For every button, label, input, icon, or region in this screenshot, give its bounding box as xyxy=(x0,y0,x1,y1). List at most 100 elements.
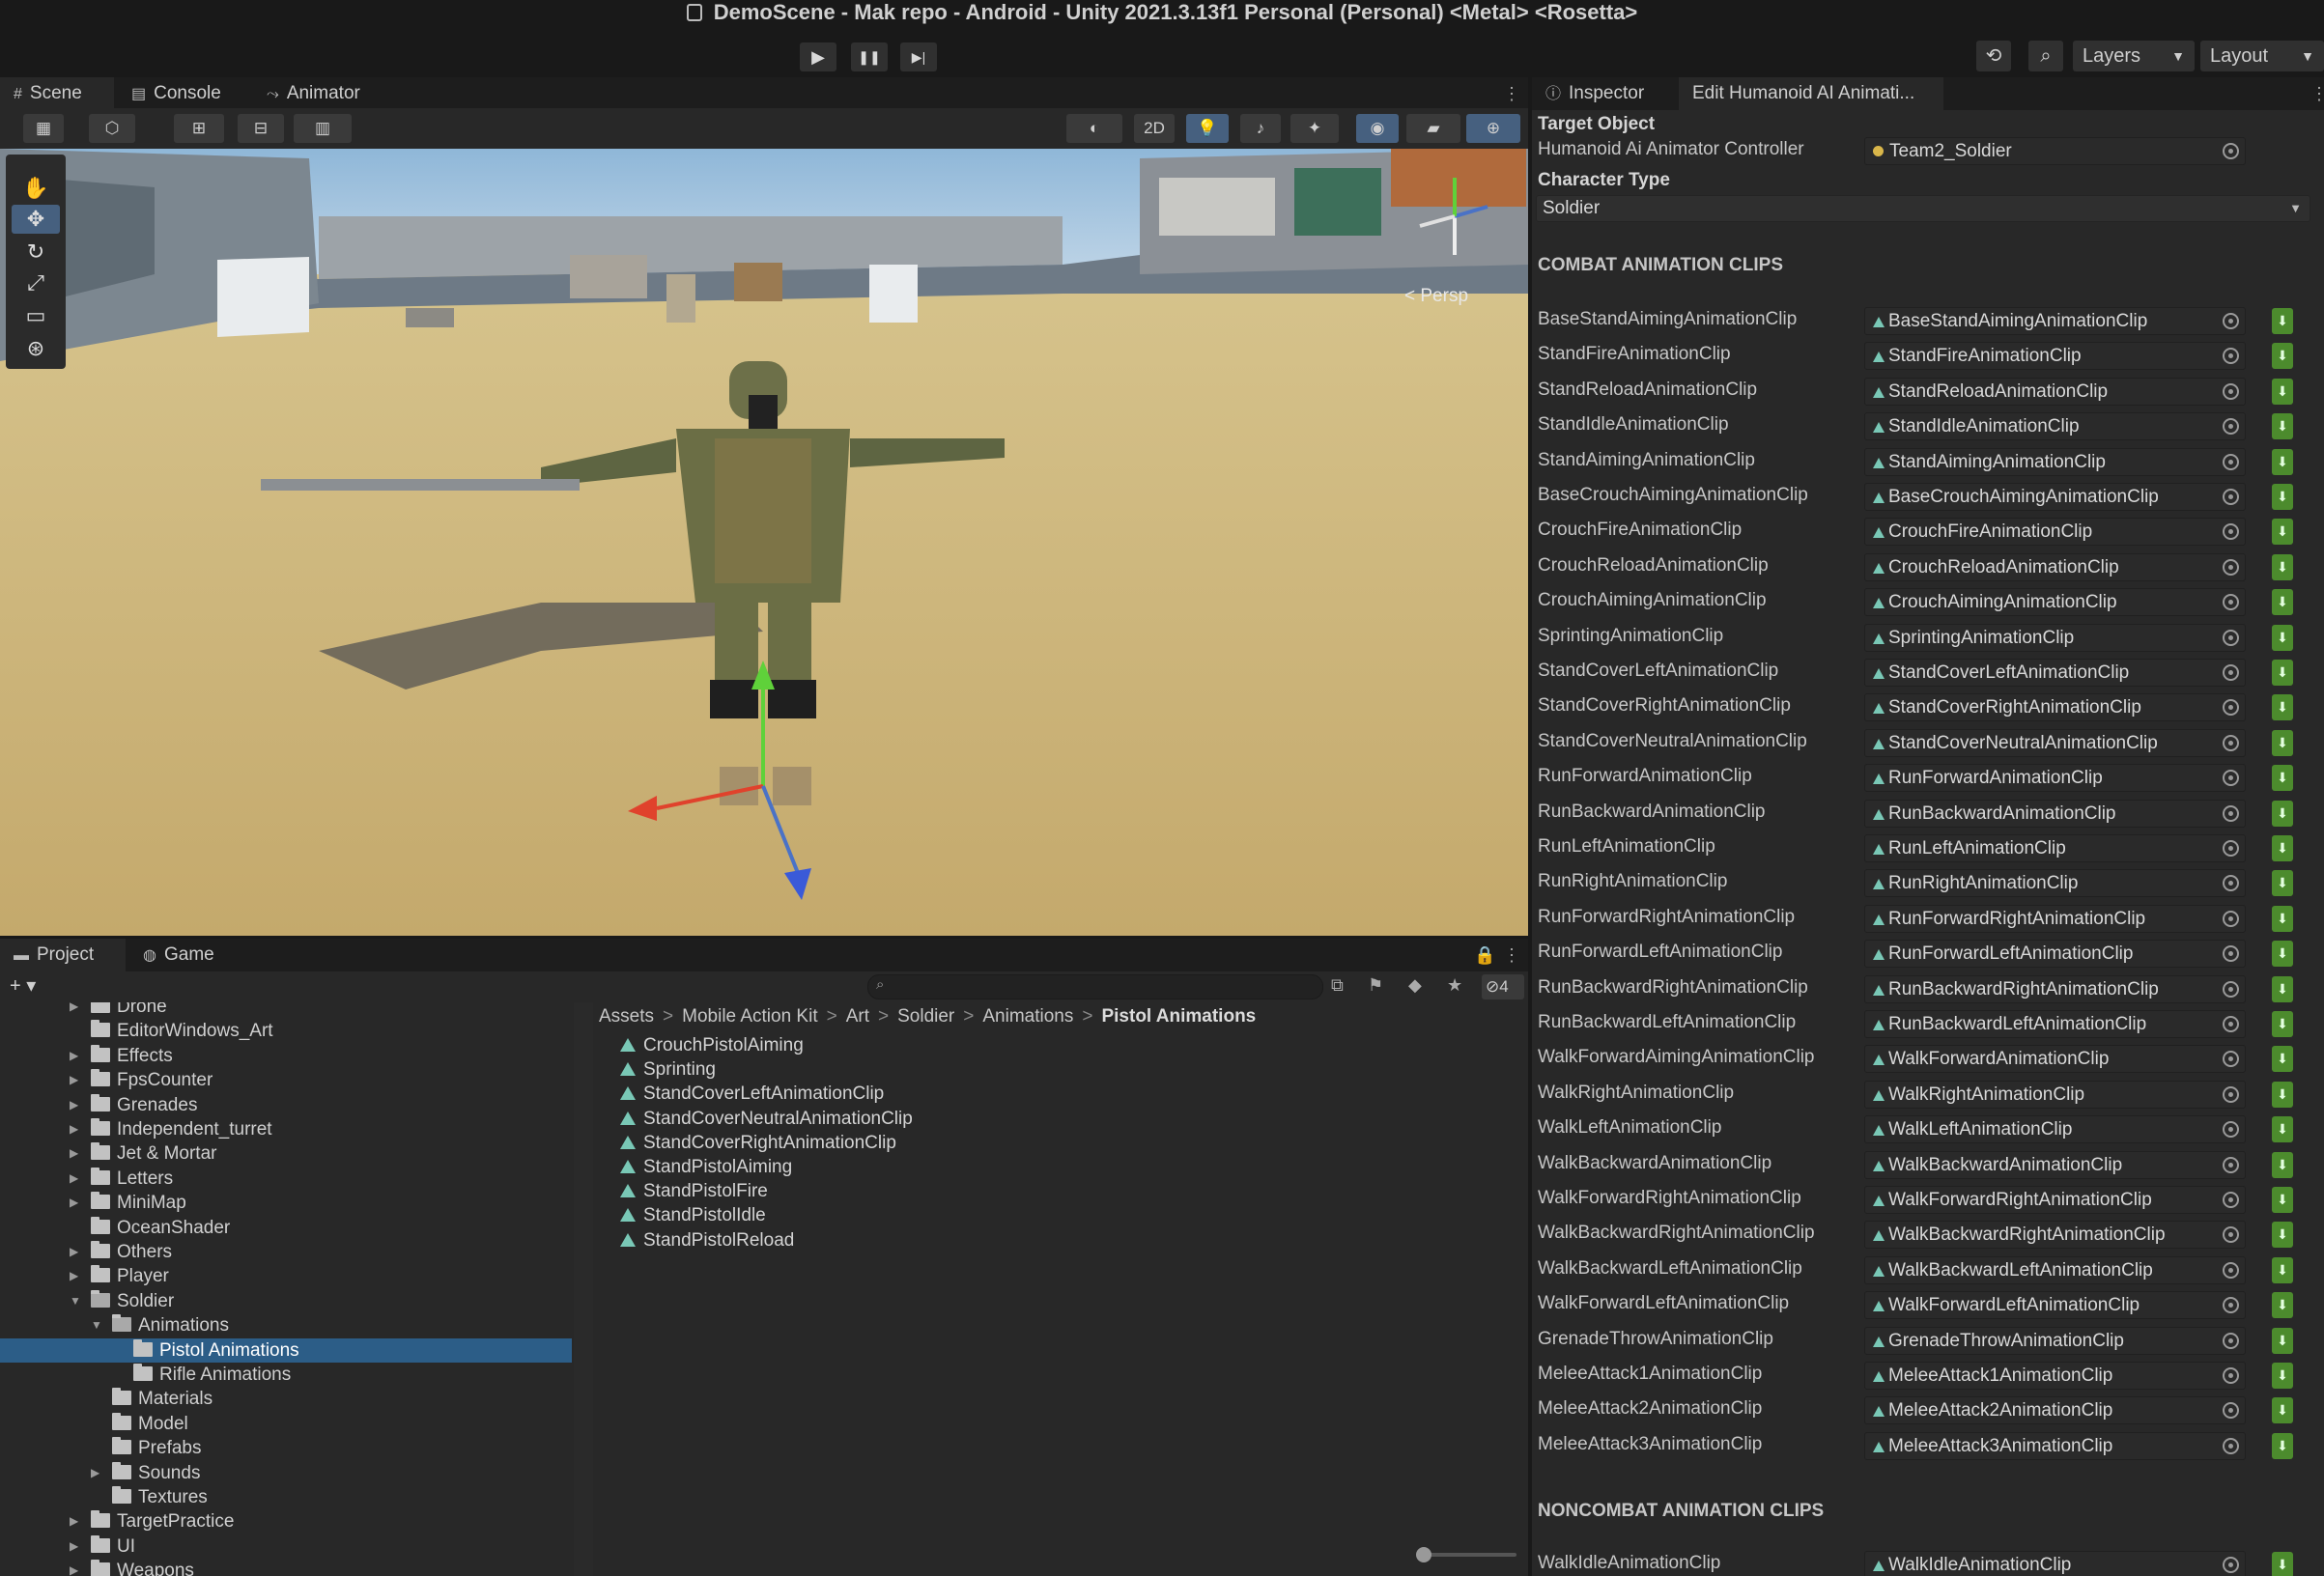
clip-field[interactable]: RunRightAnimationClip xyxy=(1864,869,2246,898)
clip-field[interactable]: WalkForwardRightAnimationClip xyxy=(1864,1186,2246,1214)
file-item[interactable]: StandPistolIdle xyxy=(620,1203,766,1227)
object-picker-icon[interactable] xyxy=(2223,840,2239,857)
object-picker-icon[interactable] xyxy=(2223,1367,2239,1384)
tree-item[interactable]: ▶ Drone xyxy=(0,1002,572,1019)
hidden-objects-icon[interactable]: ◉ xyxy=(1356,114,1399,143)
object-picker-icon[interactable] xyxy=(2223,734,2239,751)
object-picker-icon[interactable] xyxy=(2223,1192,2239,1208)
object-picker-icon[interactable] xyxy=(2223,418,2239,436)
tree-item[interactable]: ▶ Jet & Mortar xyxy=(0,1141,572,1166)
chevron-right-icon[interactable]: ▶ xyxy=(70,1240,78,1264)
chevron-right-icon[interactable]: ▶ xyxy=(91,1461,99,1485)
breadcrumb-item[interactable]: Animations xyxy=(982,1006,1073,1027)
persp-label[interactable]: < Persp xyxy=(1404,286,1468,307)
object-picker-icon[interactable] xyxy=(2223,804,2239,822)
download-icon[interactable]: ⬇ xyxy=(2272,624,2293,651)
search-by-label-icon[interactable]: ⚑ xyxy=(1368,975,1383,996)
clip-field[interactable]: CrouchAimingAnimationClip xyxy=(1864,588,2246,617)
clip-field[interactable]: WalkBackwardLeftAnimationClip xyxy=(1864,1255,2246,1284)
download-icon[interactable]: ⬇ xyxy=(2272,448,2293,475)
download-icon[interactable]: ⬇ xyxy=(2272,1151,2293,1178)
grid-visibility-icon[interactable]: ▥ xyxy=(294,114,352,143)
clip-field[interactable]: StandReloadAnimationClip xyxy=(1864,377,2246,406)
file-item[interactable]: StandPistolReload xyxy=(620,1228,794,1252)
lock-icon[interactable]: 🔒 xyxy=(1474,939,1495,971)
search-icon[interactable]: ⌕ xyxy=(2028,41,2063,71)
tab-edit-humanoid-ai[interactable]: Edit Humanoid AI Animati... xyxy=(1679,77,1943,110)
clip-field[interactable]: StandAimingAnimationClip xyxy=(1864,447,2246,476)
tab-inspector[interactable]: ⓘ Inspector xyxy=(1532,77,1675,110)
clip-field[interactable]: BaseCrouchAimingAnimationClip xyxy=(1864,483,2246,511)
chevron-down-icon[interactable]: ▼ xyxy=(91,1313,102,1337)
object-picker-icon[interactable] xyxy=(2223,348,2239,365)
object-picker-icon[interactable] xyxy=(2223,1156,2239,1173)
rotate-tool-icon[interactable]: ↻ xyxy=(12,238,60,267)
mode-2d-toggle[interactable]: 2D xyxy=(1134,114,1175,143)
object-picker-icon[interactable] xyxy=(2223,770,2239,787)
grid-snap-icon[interactable]: ⊞ xyxy=(174,114,224,143)
chevron-right-icon[interactable]: ▶ xyxy=(70,1167,78,1191)
tree-item[interactable]: OceanShader xyxy=(0,1216,572,1240)
tree-item[interactable]: ▼ Animations xyxy=(0,1313,572,1337)
download-icon[interactable]: ⬇ xyxy=(2272,1187,2293,1213)
file-item[interactable]: StandCoverNeutralAnimationClip xyxy=(620,1107,913,1131)
object-picker-icon[interactable] xyxy=(2223,1085,2239,1103)
tree-item[interactable]: ▶ TargetPractice xyxy=(0,1509,572,1534)
tree-item[interactable]: ▶ Others xyxy=(0,1240,572,1264)
object-picker-icon[interactable] xyxy=(2223,1297,2239,1314)
layout-dropdown[interactable]: Layout ▼ xyxy=(2200,41,2324,71)
chevron-right-icon[interactable]: ▶ xyxy=(70,1509,78,1534)
chevron-right-icon[interactable]: ▶ xyxy=(70,1044,78,1068)
tree-item[interactable]: ▶ Sounds xyxy=(0,1461,572,1485)
breadcrumb-item[interactable]: Art xyxy=(846,1006,869,1027)
object-picker-icon[interactable] xyxy=(2223,313,2239,329)
hidden-packages-toggle[interactable]: ⊘4 xyxy=(1482,974,1524,999)
object-picker-icon[interactable] xyxy=(2223,629,2239,646)
download-icon[interactable]: ⬇ xyxy=(2272,1363,2293,1389)
download-icon[interactable]: ⬇ xyxy=(2272,519,2293,546)
object-picker-icon[interactable] xyxy=(2223,143,2239,159)
object-picker-icon[interactable] xyxy=(2223,594,2239,611)
transform-tool-icon[interactable]: ⊛ xyxy=(12,334,60,363)
download-icon[interactable]: ⬇ xyxy=(2272,378,2293,405)
object-picker-icon[interactable] xyxy=(2223,910,2239,927)
object-picker-icon[interactable] xyxy=(2223,1016,2239,1032)
download-icon[interactable]: ⬇ xyxy=(2272,905,2293,932)
clip-field[interactable]: RunBackwardRightAnimationClip xyxy=(1864,974,2246,1003)
pause-button[interactable]: ❚❚ xyxy=(851,42,888,71)
chevron-right-icon[interactable]: ▶ xyxy=(70,1191,78,1215)
clip-field[interactable]: RunBackwardLeftAnimationClip xyxy=(1864,1010,2246,1038)
download-icon[interactable]: ⬇ xyxy=(2272,484,2293,510)
download-icon[interactable]: ⬇ xyxy=(2272,1397,2293,1424)
object-picker-icon[interactable] xyxy=(2223,1437,2239,1454)
clip-field[interactable]: GrenadeThrowAnimationClip xyxy=(1864,1326,2246,1355)
step-button[interactable]: ▶| xyxy=(900,42,937,71)
tree-item[interactable]: Prefabs xyxy=(0,1436,572,1460)
project-search-input[interactable]: ⌕ xyxy=(867,974,1323,999)
object-picker-icon[interactable] xyxy=(2223,1332,2239,1349)
chevron-right-icon[interactable]: ▶ xyxy=(70,1002,78,1019)
clip-field[interactable]: WalkLeftAnimationClip xyxy=(1864,1115,2246,1144)
hand-tool-icon[interactable]: ✋ xyxy=(12,174,60,203)
download-icon[interactable]: ⬇ xyxy=(2272,343,2293,370)
download-icon[interactable]: ⬇ xyxy=(2272,413,2293,440)
clip-field[interactable]: WalkForwardAnimationClip xyxy=(1864,1045,2246,1074)
object-picker-icon[interactable] xyxy=(2223,1226,2239,1244)
tree-item[interactable]: ▶ Independent_turret xyxy=(0,1117,572,1141)
chevron-right-icon[interactable]: ▶ xyxy=(70,1117,78,1141)
object-picker-icon[interactable] xyxy=(2223,382,2239,400)
tree-item[interactable]: Pistol Animations xyxy=(0,1337,572,1363)
tree-item[interactable]: ▶ Effects xyxy=(0,1044,572,1068)
more-options-icon[interactable]: ⋮ xyxy=(1503,939,1520,971)
clip-field[interactable]: RunForwardAnimationClip xyxy=(1864,764,2246,793)
object-picker-icon[interactable] xyxy=(2223,1121,2239,1139)
tree-item[interactable]: ▶ FpsCounter xyxy=(0,1068,572,1092)
clip-field[interactable]: StandFireAnimationClip xyxy=(1864,342,2246,371)
download-icon[interactable]: ⬇ xyxy=(2272,729,2293,756)
clip-field[interactable]: RunLeftAnimationClip xyxy=(1864,834,2246,862)
tree-item[interactable]: EditorWindows_Art xyxy=(0,1019,572,1043)
download-icon[interactable]: ⬇ xyxy=(2272,1116,2293,1143)
more-options-icon[interactable]: ⋮ xyxy=(2310,77,2324,110)
file-item[interactable]: StandPistolFire xyxy=(620,1179,768,1203)
layers-dropdown[interactable]: Layers ▼ xyxy=(2073,41,2195,71)
